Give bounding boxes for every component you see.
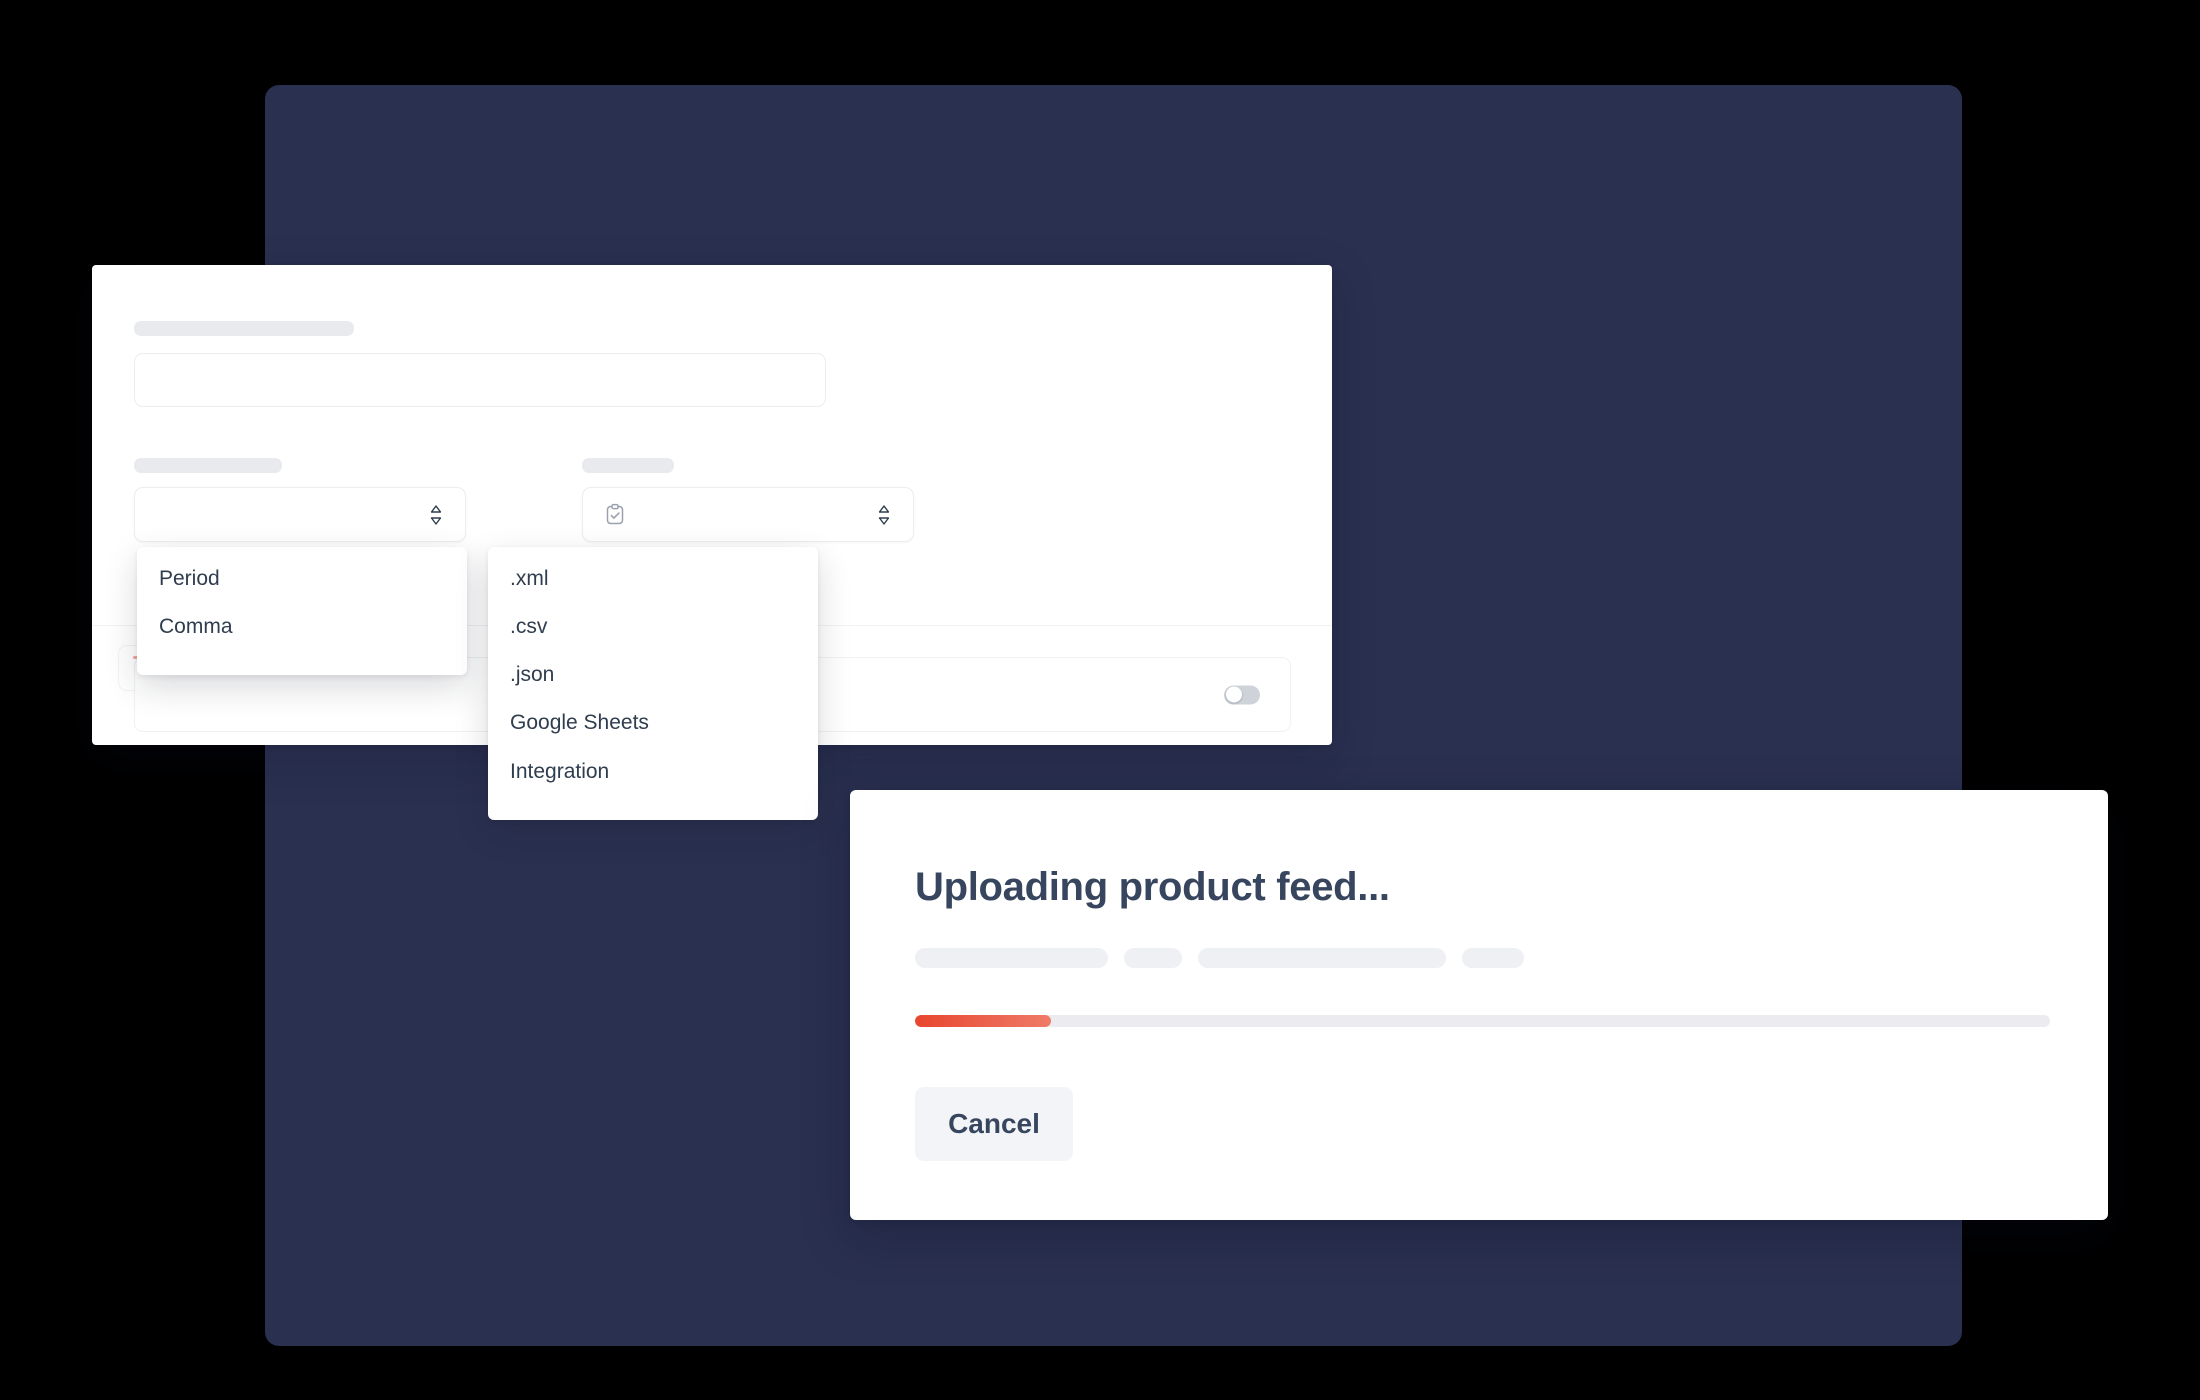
- chevron-updown-icon: [429, 504, 443, 526]
- dropdown-option-json[interactable]: .json: [488, 651, 818, 699]
- skeleton-bar: [1198, 948, 1446, 968]
- dropdown-option-integration[interactable]: Integration: [488, 748, 818, 796]
- dropdown-option-period[interactable]: Period: [137, 555, 467, 603]
- dropdown-option-comma[interactable]: Comma: [137, 603, 467, 651]
- upload-subtext-skeleton: [915, 948, 2050, 968]
- upload-dialog-title: Uploading product feed...: [915, 865, 1390, 909]
- upload-progress-dialog: Uploading product feed... Cancel: [850, 790, 2108, 1220]
- dropdown-option-csv[interactable]: .csv: [488, 603, 818, 651]
- toggle-knob: [1225, 686, 1242, 703]
- skeleton-bar: [915, 948, 1108, 968]
- cancel-button[interactable]: Cancel: [915, 1087, 1073, 1161]
- filetype-dropdown-menu[interactable]: .xml .csv .json Google Sheets Integratio…: [488, 547, 818, 820]
- chevron-updown-icon: [877, 504, 891, 526]
- option-toggle[interactable]: [1224, 685, 1260, 704]
- clipboard-check-icon: [603, 503, 627, 527]
- filetype-label-skeleton: [582, 458, 674, 473]
- separator-select[interactable]: [134, 487, 466, 542]
- upload-progress-fill: [915, 1015, 1052, 1027]
- skeleton-bar: [1124, 948, 1182, 968]
- feed-name-input[interactable]: [134, 353, 826, 407]
- skeleton-bar: [1462, 948, 1524, 968]
- dropdown-option-xml[interactable]: .xml: [488, 555, 818, 603]
- filetype-select[interactable]: [582, 487, 914, 542]
- separator-dropdown-menu[interactable]: Period Comma: [137, 547, 467, 675]
- feed-name-label-skeleton: [134, 321, 354, 336]
- upload-progress-bar: [915, 1015, 2050, 1027]
- separator-label-skeleton: [134, 458, 282, 473]
- dropdown-option-google-sheets[interactable]: Google Sheets: [488, 699, 818, 747]
